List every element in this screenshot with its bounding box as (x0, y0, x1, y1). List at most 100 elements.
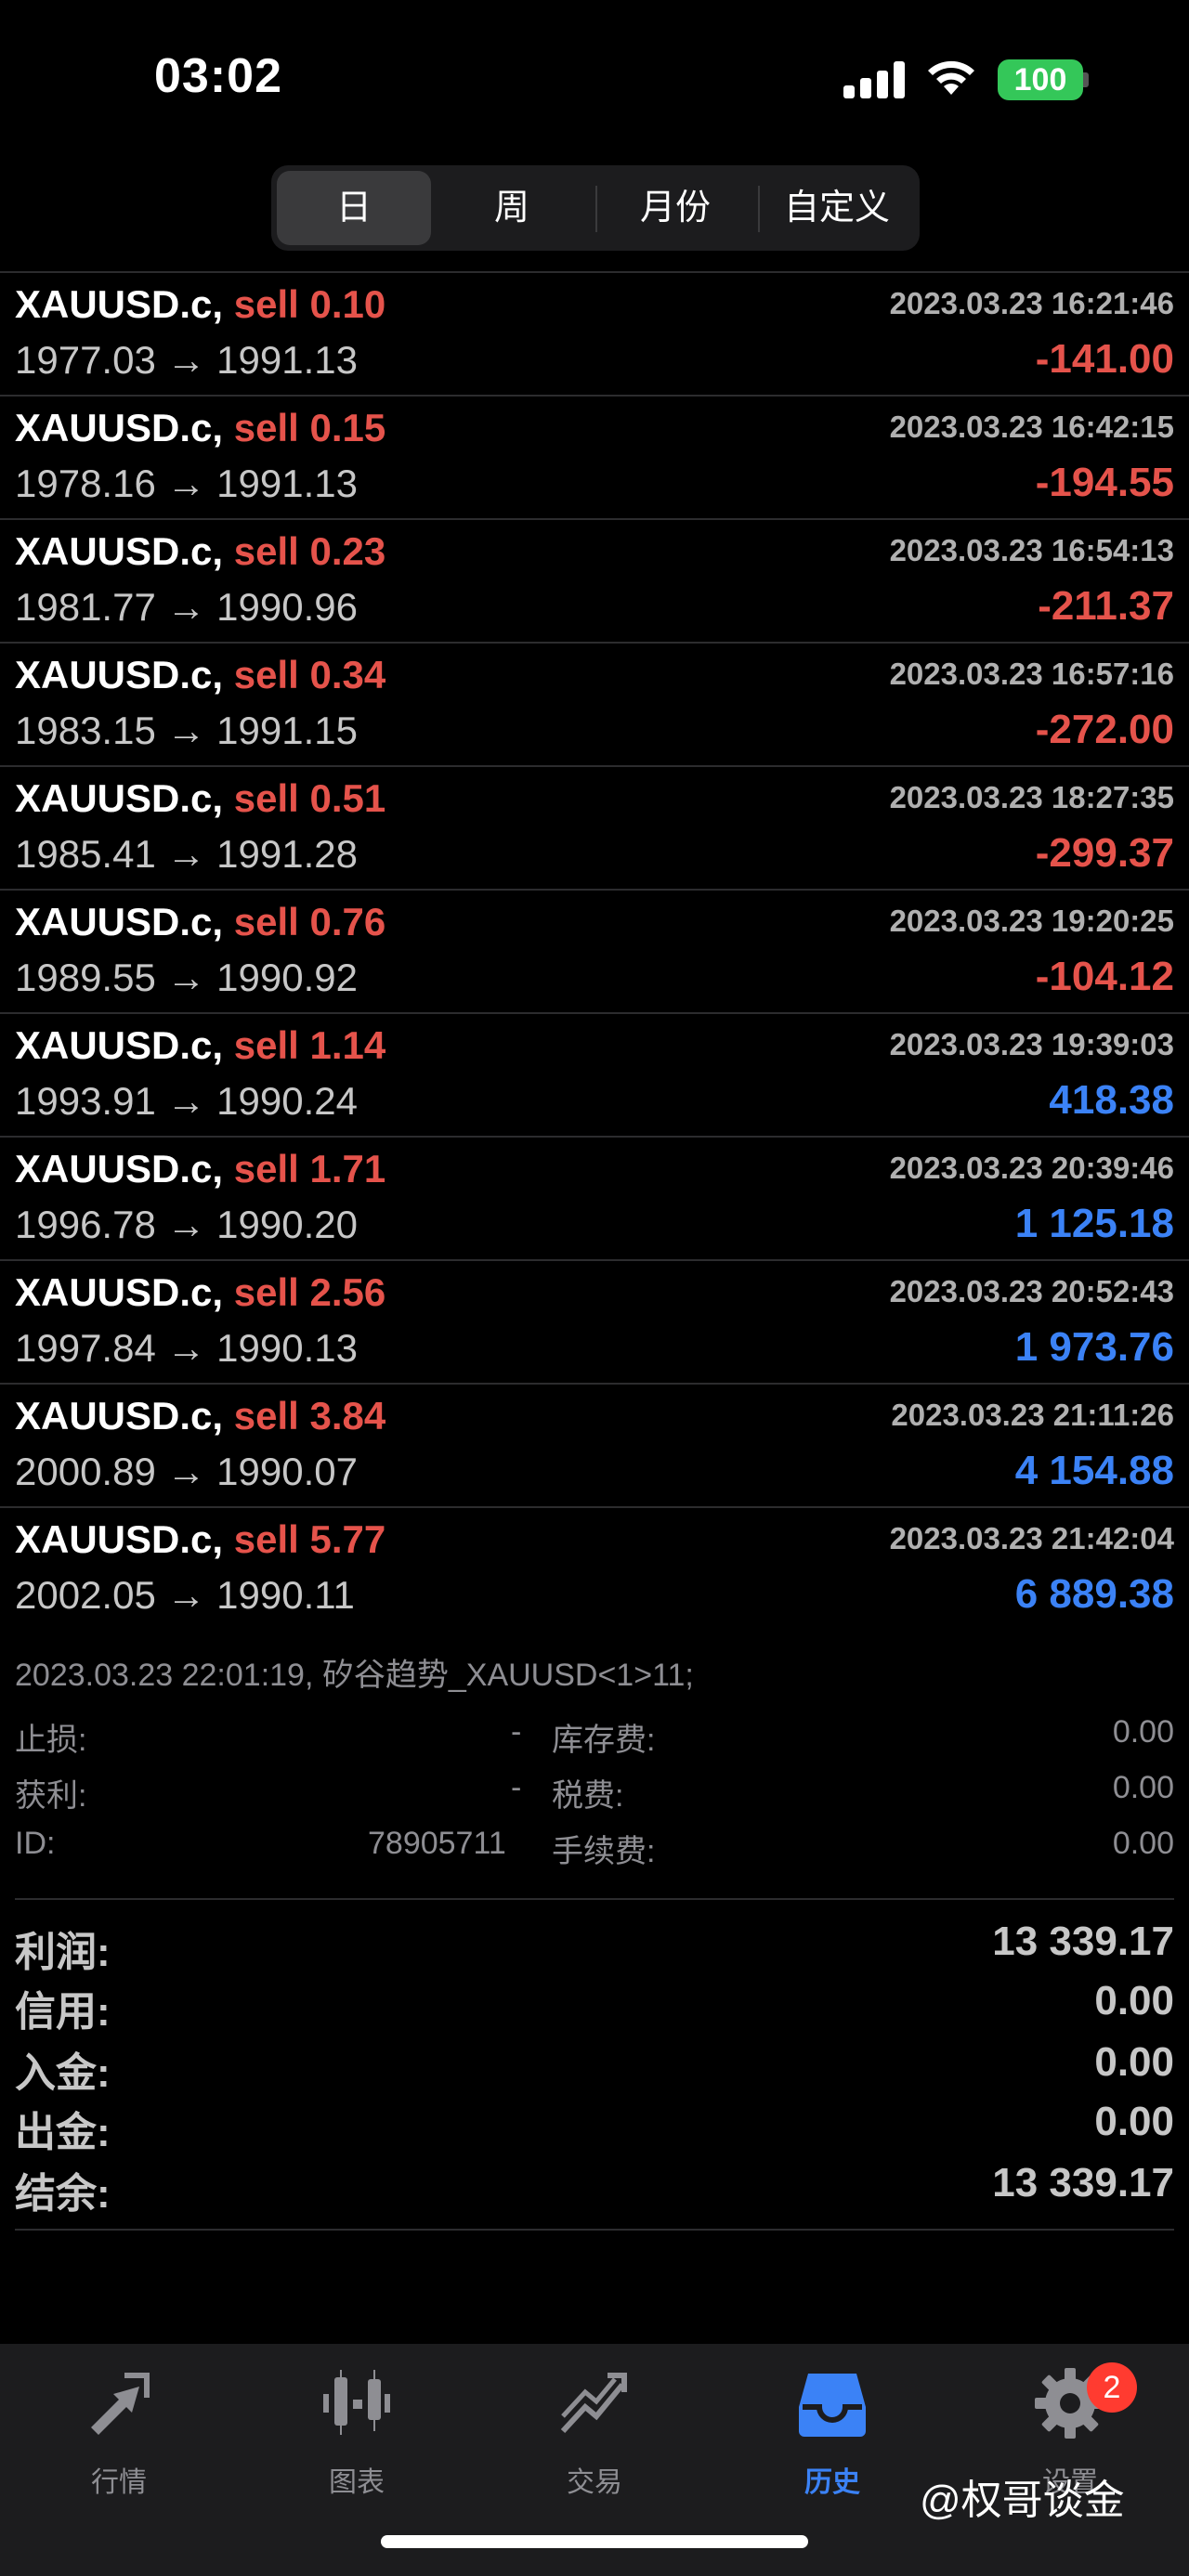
trade-volume: 1.14 (309, 1023, 386, 1067)
trade-time: 2023.03.23 16:21:46 (889, 286, 1174, 320)
trade-symbol: XAUUSD.c, sell 0.15 (15, 406, 385, 450)
deposit-label: 入金: (15, 2050, 111, 2096)
trade-symbol: XAUUSD.c, sell 0.76 (15, 900, 385, 944)
trade-volume: 0.51 (309, 776, 386, 820)
trade-profit: 4 154.88 (1014, 1448, 1174, 1493)
segment-month[interactable]: 月份 (598, 171, 752, 245)
tab-charts[interactable]: 图表 (238, 2344, 476, 2530)
tab-label: 历史 (804, 2467, 860, 2498)
trade-row[interactable]: XAUUSD.c, sell 3.84 2023.03.23 21:11:26 20… (0, 1383, 1189, 1506)
open-price: 1997.84 (15, 1326, 156, 1370)
trade-volume: 0.10 (309, 282, 386, 326)
trade-time: 2023.03.23 16:42:15 (889, 410, 1174, 444)
withdrawal-value: 0.00 (1094, 2099, 1174, 2144)
profit-label: 利润: (15, 1930, 111, 1975)
trade-time: 2023.03.23 19:20:25 (889, 904, 1174, 938)
trade-volume: 2.56 (309, 1270, 386, 1314)
symbol-text: XAUUSD.c, (15, 900, 224, 943)
trade-symbol: XAUUSD.c, sell 1.14 (15, 1023, 385, 1068)
trade-time: 2023.03.23 16:54:13 (889, 533, 1174, 567)
battery-tip (1083, 72, 1089, 87)
close-price: 1990.96 (216, 585, 358, 629)
deposit-value: 0.00 (1094, 2039, 1174, 2085)
trade-volume: 0.15 (309, 406, 386, 449)
trade-volume: 0.23 (309, 529, 386, 573)
fee-label: 手续费: (552, 1834, 656, 1869)
trade-volume: 0.34 (309, 653, 386, 696)
arrow-icon: → (166, 956, 206, 999)
trade-prices: 1977.03 → 1991.13 (15, 338, 358, 383)
close-price: 1991.13 (216, 462, 358, 505)
home-indicator[interactable] (381, 2535, 808, 2548)
trade-side: sell (233, 1394, 299, 1438)
wifi-icon (928, 60, 974, 95)
balance-label: 结余: (15, 2171, 111, 2217)
candlestick-chart-icon (323, 2370, 390, 2435)
tab-history[interactable]: 历史 (713, 2344, 951, 2530)
open-price: 1978.16 (15, 462, 156, 505)
trade-time: 2023.03.23 16:57:16 (889, 657, 1174, 691)
trade-chart-icon (560, 2373, 627, 2434)
symbol-text: XAUUSD.c, (15, 1270, 224, 1314)
trade-row[interactable]: XAUUSD.c, sell 2.56 2023.03.23 20:52:43 19… (0, 1259, 1189, 1383)
symbol-text: XAUUSD.c, (15, 1023, 224, 1067)
withdrawal-label: 出金: (15, 2110, 111, 2155)
trade-row[interactable]: XAUUSD.c, sell 0.51 2023.03.23 18:27:35 19… (0, 765, 1189, 889)
trade-symbol: XAUUSD.c, sell 3.84 (15, 1394, 385, 1438)
trade-profit: -104.12 (1035, 954, 1174, 999)
symbol-text: XAUUSD.c, (15, 406, 224, 449)
open-price: 1983.15 (15, 709, 156, 752)
trade-row[interactable]: XAUUSD.c, sell 1.71 2023.03.23 20:39:46 19… (0, 1136, 1189, 1259)
trade-row[interactable]: XAUUSD.c, sell 5.77 2023.03.23 21:42:04 20… (0, 1506, 1189, 1630)
trade-side: sell (233, 529, 299, 573)
trade-row[interactable]: XAUUSD.c, sell 1.14 2023.03.23 19:39:03 19… (0, 1012, 1189, 1136)
divider (15, 1898, 1174, 1900)
trade-row[interactable]: XAUUSD.c, sell 0.34 2023.03.23 16:57:16 19… (0, 642, 1189, 765)
stop-loss-label: 止损: (15, 1723, 87, 1758)
trade-symbol: XAUUSD.c, sell 5.77 (15, 1517, 385, 1562)
trade-symbol: XAUUSD.c, sell 2.56 (15, 1270, 385, 1315)
symbol-text: XAUUSD.c, (15, 282, 224, 326)
close-price: 1990.11 (216, 1573, 355, 1617)
trade-time: 2023.03.23 21:11:26 (891, 1398, 1174, 1432)
close-price: 1991.28 (216, 832, 358, 876)
profit-value: 13 339.17 (992, 1919, 1174, 1964)
trade-symbol: XAUUSD.c, sell 0.10 (15, 282, 385, 327)
swap-label: 库存费: (552, 1723, 656, 1758)
symbol-text: XAUUSD.c, (15, 529, 224, 573)
segment-divider (595, 186, 597, 232)
trade-side: sell (233, 900, 299, 943)
battery-icon: 100 (998, 59, 1083, 100)
status-bar: 03:02 100 (0, 0, 1189, 158)
segment-week[interactable]: 周 (435, 171, 589, 245)
trade-symbol: XAUUSD.c, sell 0.23 (15, 529, 385, 574)
trade-time: 2023.03.23 21:42:04 (889, 1521, 1174, 1555)
segment-day[interactable]: 日 (277, 171, 431, 245)
tax-label: 税费: (552, 1778, 624, 1814)
take-profit-value: - (511, 1770, 522, 1805)
trade-side: sell (233, 1023, 299, 1067)
arrow-icon: → (166, 1079, 206, 1123)
trade-row[interactable]: XAUUSD.c, sell 0.23 2023.03.23 16:54:13 19… (0, 518, 1189, 642)
tab-label: 图表 (329, 2467, 385, 2498)
trade-row[interactable]: XAUUSD.c, sell 0.15 2023.03.23 16:42:15 19… (0, 395, 1189, 518)
segment-custom[interactable]: 自定义 (760, 171, 914, 245)
divider (15, 2229, 1174, 2231)
trade-profit: 1 125.18 (1014, 1201, 1174, 1246)
order-comment: 2023.03.23 22:01:19, 矽谷趋势_XAUUSD<1>11; (15, 1658, 694, 1693)
trade-side: sell (233, 1270, 299, 1314)
trade-profit: 1 973.76 (1014, 1324, 1174, 1370)
tab-trade[interactable]: 交易 (476, 2344, 713, 2530)
trade-symbol: XAUUSD.c, sell 0.51 (15, 776, 385, 821)
tab-quotes[interactable]: 行情 (0, 2344, 238, 2530)
trade-prices: 1978.16 → 1991.13 (15, 462, 358, 506)
close-price: 1991.15 (216, 709, 358, 752)
trade-row[interactable]: XAUUSD.c, sell 0.76 2023.03.23 19:20:25 19… (0, 889, 1189, 1012)
trade-row[interactable]: XAUUSD.c, sell 0.10 2023.03.23 16:21:46 19… (0, 271, 1189, 395)
trade-history-list: XAUUSD.c, sell 0.10 2023.03.23 16:21:46 19… (0, 271, 1189, 1630)
id-label: ID: (15, 1826, 56, 1861)
trade-side: sell (233, 406, 299, 449)
close-price: 1990.20 (216, 1203, 358, 1246)
period-segmented-control: 日 周 月份 自定义 (271, 165, 920, 251)
trade-symbol: XAUUSD.c, sell 1.71 (15, 1147, 385, 1191)
